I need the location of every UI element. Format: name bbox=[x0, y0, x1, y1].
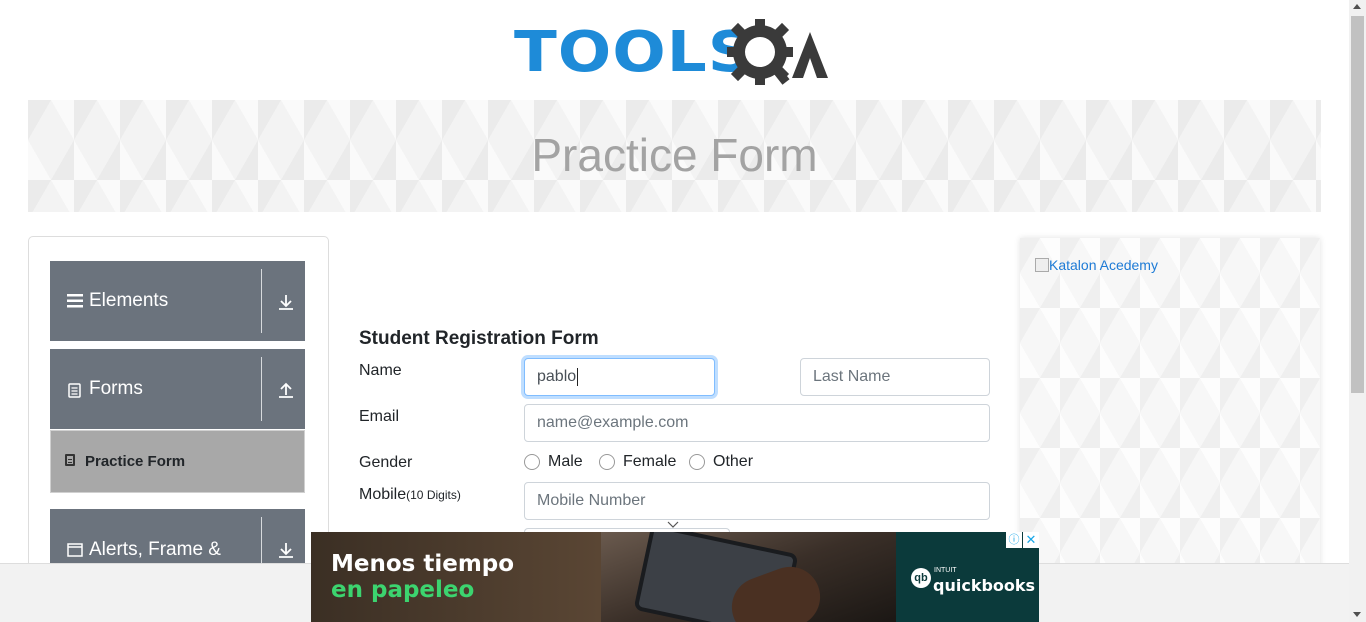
email-label: Email bbox=[359, 408, 400, 425]
page: TOOLS Practice Form Elements Forms Pract… bbox=[0, 0, 1366, 622]
menu-icon bbox=[67, 294, 83, 308]
document-icon bbox=[68, 383, 81, 398]
mobile-placeholder: Mobile Number bbox=[537, 492, 646, 509]
adchoices-icon[interactable]: ⓘ bbox=[1006, 532, 1022, 548]
page-banner: Practice Form bbox=[28, 100, 1321, 212]
divider bbox=[261, 357, 262, 421]
ad-headline-1: Menos tiempo bbox=[331, 551, 515, 577]
radio-label: Male bbox=[548, 453, 583, 470]
radio-label: Female bbox=[623, 453, 677, 470]
download-arrow-icon[interactable] bbox=[278, 294, 294, 310]
last-name-placeholder: Last Name bbox=[813, 368, 891, 385]
first-name-value: pablo bbox=[537, 368, 577, 385]
mobile-label: Mobile(10 Digits) bbox=[359, 486, 461, 504]
upload-arrow-icon[interactable] bbox=[278, 382, 294, 398]
last-name-input[interactable]: Last Name bbox=[800, 358, 990, 396]
radio-label: Other bbox=[713, 453, 754, 470]
scroll-up-arrow-icon[interactable] bbox=[1353, 4, 1361, 9]
sidebar-group-label: Elements bbox=[89, 290, 169, 311]
email-placeholder: name@example.com bbox=[537, 414, 689, 431]
scroll-down-arrow-icon[interactable] bbox=[1353, 612, 1361, 617]
ad-headline-2: en papeleo bbox=[331, 577, 475, 603]
toolsqa-logo[interactable]: TOOLS bbox=[514, 14, 838, 92]
radio-circle[interactable] bbox=[524, 454, 540, 470]
mobile-hint: (10 Digits) bbox=[406, 488, 461, 502]
logo-text: TOOLS bbox=[514, 20, 755, 85]
gender-label: Gender bbox=[359, 454, 413, 471]
download-arrow-icon[interactable] bbox=[278, 542, 294, 558]
intuit-label: INTUIT bbox=[934, 567, 957, 574]
text-caret bbox=[577, 367, 579, 386]
quickbooks-ad-banner[interactable]: Menos tiempo en papeleo qb INTUIT quickb… bbox=[311, 532, 1039, 622]
window-icon bbox=[67, 543, 83, 557]
email-input[interactable]: name@example.com bbox=[524, 404, 990, 442]
form-title: Student Registration Form bbox=[359, 328, 599, 349]
katalon-ad-link[interactable]: Katalon Acedemy bbox=[1035, 257, 1158, 273]
katalon-alt-text: Katalon Acedemy bbox=[1049, 257, 1158, 273]
ad-close-icon[interactable]: ✕ bbox=[1023, 532, 1039, 548]
sidebar-group-label: Forms bbox=[89, 378, 143, 399]
quickbooks-wordmark: quickbooks bbox=[933, 576, 1036, 595]
sidebar-item-practice-form[interactable]: Practice Form bbox=[50, 430, 305, 493]
sidebar-group-elements[interactable]: Elements bbox=[50, 261, 305, 341]
page-title: Practice Form bbox=[531, 129, 818, 181]
first-name-input[interactable]: pablo bbox=[524, 358, 715, 396]
broken-image-icon bbox=[1035, 258, 1049, 272]
divider bbox=[261, 269, 262, 333]
page-scrollbar[interactable] bbox=[1349, 0, 1366, 622]
scrollbar-thumb[interactable] bbox=[1351, 16, 1364, 393]
radio-circle[interactable] bbox=[689, 454, 705, 470]
sidebar-group-forms[interactable]: Forms bbox=[50, 349, 305, 429]
radio-circle[interactable] bbox=[599, 454, 615, 470]
gear-search-icon bbox=[727, 19, 828, 85]
quickbooks-logo-icon: qb bbox=[911, 568, 931, 588]
name-label: Name bbox=[359, 362, 402, 379]
chevron-down-icon bbox=[667, 521, 679, 528]
html5-icon bbox=[65, 454, 75, 466]
mobile-input[interactable]: Mobile Number bbox=[524, 482, 990, 520]
sidebar-group-label: Alerts, Frame & bbox=[89, 539, 221, 560]
sidebar-item-label: Practice Form bbox=[85, 453, 186, 470]
mobile-label-text: Mobile bbox=[359, 486, 407, 503]
